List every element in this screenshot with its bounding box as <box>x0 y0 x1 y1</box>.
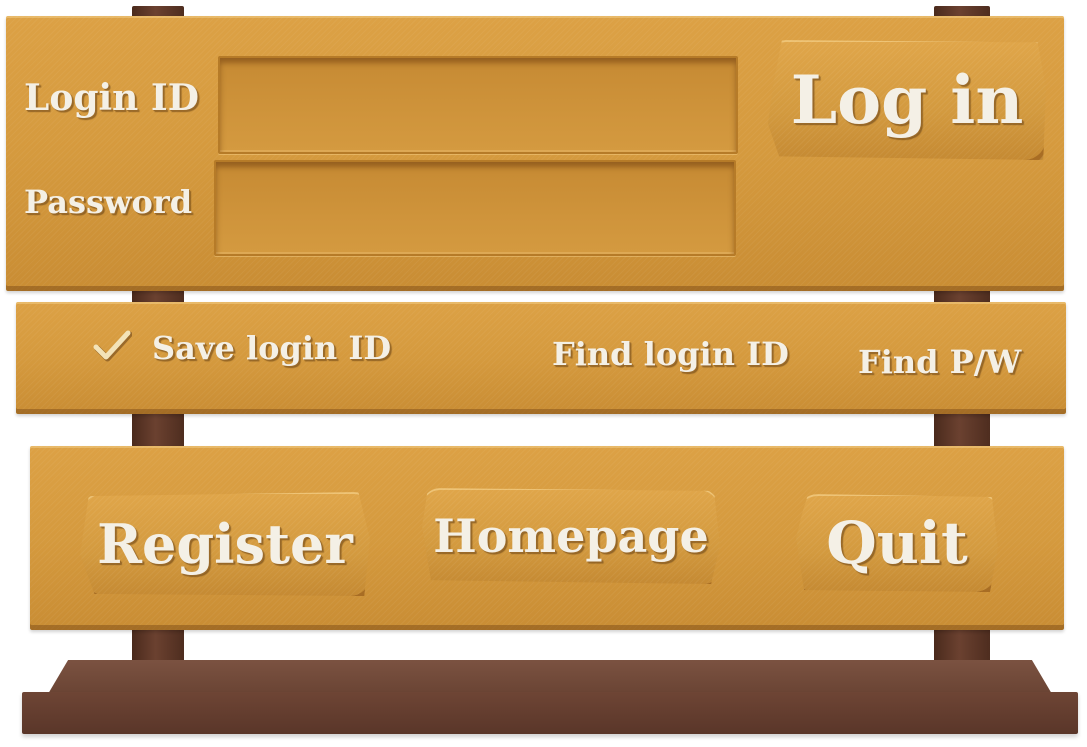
login-id-label: Login ID <box>24 77 199 119</box>
quit-button-label: Quit <box>826 509 968 577</box>
register-button[interactable]: Register <box>80 492 370 596</box>
password-field[interactable] <box>214 160 736 256</box>
login-sign-panel: Login ID Password Log in Save login ID F… <box>0 0 1087 747</box>
find-login-id-link[interactable]: Find login ID <box>552 338 789 370</box>
stand-base-top <box>48 660 1052 694</box>
homepage-button[interactable]: Homepage <box>422 488 720 584</box>
stand-base-front <box>22 692 1078 734</box>
save-login-id-checkbox[interactable] <box>92 326 132 366</box>
stand-base <box>22 660 1078 734</box>
password-label: Password <box>24 183 193 221</box>
homepage-button-label: Homepage <box>433 509 709 563</box>
check-icon <box>93 330 132 362</box>
login-button-label: Log in <box>790 61 1024 139</box>
quit-button[interactable]: Quit <box>796 494 998 592</box>
save-login-id-label: Save login ID <box>152 329 392 367</box>
login-button[interactable]: Log in <box>768 40 1046 160</box>
find-password-link[interactable]: Find P/W <box>858 346 1021 378</box>
register-button-label: Register <box>97 512 353 576</box>
login-id-field[interactable] <box>218 56 738 154</box>
